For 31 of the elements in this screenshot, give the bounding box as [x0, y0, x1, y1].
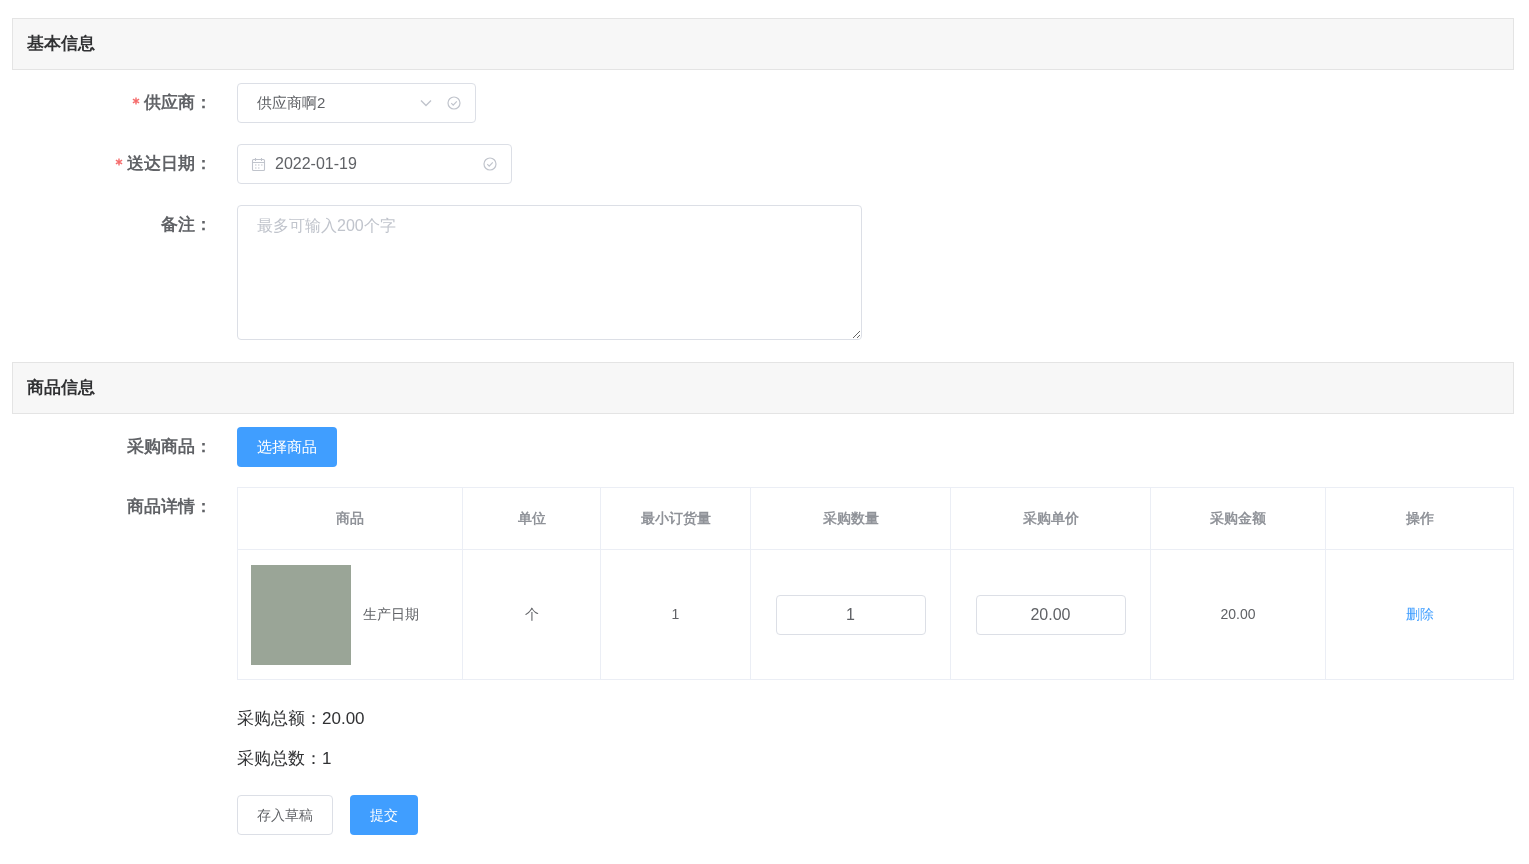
table-cell-text: 20.00 — [1220, 605, 1256, 624]
check-circle-icon — [447, 96, 461, 110]
total-value: 20.00 — [322, 708, 365, 730]
total-label: 采购总额： — [237, 708, 322, 730]
total-value: 1 — [322, 747, 332, 770]
column-header: 最小订货量 — [601, 488, 751, 550]
column-header: 采购数量 — [751, 488, 951, 550]
section-header: 基本信息 — [12, 18, 1514, 70]
column-header: 采购金额 — [1151, 488, 1326, 550]
total-label: 采购总数： — [237, 747, 322, 770]
supplier-select[interactable]: 供应商啊2 — [237, 83, 476, 123]
table-cell-text: 1 — [671, 605, 680, 624]
save-draft-button[interactable]: 存入草稿 — [237, 795, 333, 835]
date-field[interactable]: 2022-01-19 — [237, 144, 512, 184]
table-cell-text: 个 — [524, 605, 539, 624]
price-input[interactable]: 20.00 — [975, 594, 1126, 635]
form-label: 供应商： — [12, 83, 237, 123]
quantity-input[interactable]: 1 — [775, 594, 926, 635]
product-name: 生产日期 — [363, 605, 419, 624]
check-circle-icon — [483, 157, 497, 171]
section-header: 商品信息 — [12, 362, 1514, 414]
calendar-icon — [251, 156, 266, 172]
form-label: 采购商品： — [126, 436, 213, 458]
column-header: 采购单价 — [951, 488, 1151, 550]
remark-textarea[interactable]: 最多可输入200个字 — [237, 205, 862, 340]
column-header: 操作 — [1326, 488, 1514, 550]
column-header: 商品 — [238, 488, 463, 550]
column-header: 单位 — [463, 488, 601, 550]
form-label: 备注： — [160, 214, 213, 236]
form-label: 送达日期： — [12, 144, 237, 184]
form-label: 商品详情： — [126, 496, 213, 518]
